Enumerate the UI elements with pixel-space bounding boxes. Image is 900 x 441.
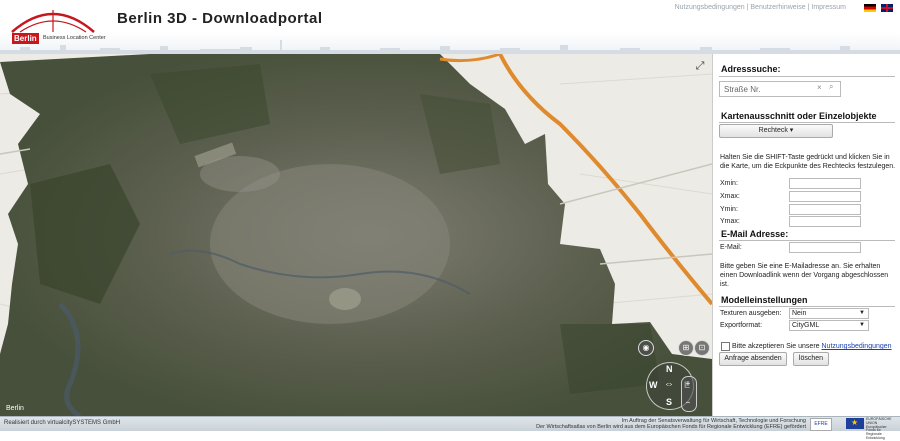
divider bbox=[719, 76, 895, 77]
clear-icon[interactable]: × bbox=[817, 83, 822, 92]
reset-view-icon[interactable]: ⊡ bbox=[694, 340, 710, 356]
xmax-input[interactable] bbox=[789, 191, 861, 202]
email-input[interactable] bbox=[789, 242, 861, 253]
email-hint: Bitte geben Sie eine E-Mailadresse an. S… bbox=[720, 263, 889, 288]
selection-section-title: Kartenausschnitt oder Einzelobjekte bbox=[721, 111, 877, 121]
footer: Realisiert durch virtualcitySYSTEMS GmbH… bbox=[0, 416, 900, 440]
terms-text: Bitte akzeptieren Sie unsere Nutzungsbed… bbox=[732, 343, 892, 350]
navigation-control: ◉ ⊞ ⊡ N S E W ⇔ bbox=[638, 340, 710, 412]
ymin-input[interactable] bbox=[789, 204, 861, 215]
format-select[interactable]: CityGML ▼ bbox=[789, 320, 869, 331]
xmin-input[interactable] bbox=[789, 178, 861, 189]
chevron-down-icon: ▼ bbox=[859, 322, 865, 328]
efre-logo: EFRE bbox=[810, 418, 832, 431]
english-flag-icon[interactable] bbox=[881, 4, 893, 12]
camera-icon[interactable]: ◉ bbox=[638, 340, 654, 356]
tilt-icon[interactable]: ⊞ bbox=[678, 340, 694, 356]
compass-north[interactable]: N bbox=[666, 364, 673, 374]
pan-icon[interactable]: ⇔ bbox=[664, 379, 674, 390]
textures-select[interactable]: Nein ▼ bbox=[789, 308, 869, 319]
zoom-in-button[interactable]: + bbox=[681, 377, 695, 391]
skyline-decoration bbox=[0, 40, 900, 54]
german-flag-icon[interactable] bbox=[864, 4, 876, 12]
terms-link[interactable]: Nutzungsbedingungen bbox=[822, 343, 892, 350]
ymax-input[interactable] bbox=[789, 216, 861, 227]
link-benutzerhinweise[interactable]: Benutzerhinweise bbox=[750, 4, 805, 11]
link-impressum[interactable]: Impressum bbox=[811, 4, 846, 11]
page-title: Berlin 3D - Downloadportal bbox=[117, 10, 323, 27]
expand-map-icon[interactable]: ⤢ bbox=[694, 60, 706, 72]
link-nutzungsbedingungen[interactable]: Nutzungsbedingungen bbox=[675, 4, 745, 11]
header: Berlin Business Location Center Berlin 3… bbox=[0, 0, 900, 54]
divider bbox=[719, 306, 895, 307]
xmin-label: Xmin: bbox=[720, 180, 738, 187]
clear-button[interactable]: löschen bbox=[793, 352, 829, 366]
zoom-out-button[interactable]: − bbox=[681, 396, 695, 410]
compass-west[interactable]: W bbox=[649, 380, 658, 390]
submit-request-button[interactable]: Anfrage absenden bbox=[719, 352, 787, 366]
model-section-title: Modelleinstellungen bbox=[721, 295, 808, 305]
footer-credit[interactable]: Realisiert durch virtualcitySYSTEMS GmbH bbox=[4, 420, 120, 426]
xmax-label: Xmax: bbox=[720, 193, 740, 200]
map-view[interactable]: ⤢ Berlin ◉ ⊞ ⊡ N S E W ⇔ + − bbox=[0, 54, 712, 416]
address-section-title: Adresssuche: bbox=[721, 64, 781, 74]
aerial-map-image bbox=[0, 54, 712, 416]
search-icon[interactable]: ⌕ bbox=[829, 82, 833, 92]
eu-logo-text: EUROPÄISCHE UNION Europäischer Fonds für… bbox=[866, 417, 892, 440]
terms-checkbox[interactable] bbox=[721, 342, 730, 351]
email-label: E-Mail: bbox=[720, 244, 742, 251]
rectangle-mode-button[interactable]: Rechteck ▾ bbox=[719, 124, 833, 138]
format-value: CityGML bbox=[792, 322, 820, 329]
divider bbox=[719, 122, 895, 123]
ymax-label: Ymax: bbox=[720, 218, 740, 225]
eu-flag-icon bbox=[846, 418, 864, 429]
textures-value: Nein bbox=[792, 310, 807, 317]
divider bbox=[719, 240, 895, 241]
footer-funding: Im Auftrag der Senatsverwaltung für Wirt… bbox=[536, 418, 806, 430]
download-panel: Adresssuche: Straße Nr. × ⌕ Kartenaussch… bbox=[712, 54, 900, 416]
email-section-title: E-Mail Adresse: bbox=[721, 229, 789, 239]
chevron-down-icon: ▼ bbox=[859, 310, 865, 316]
ymin-label: Ymin: bbox=[720, 206, 738, 213]
textures-label: Texturen ausgeben: bbox=[720, 310, 782, 317]
zoom-control: + − bbox=[681, 376, 697, 412]
logo-arc-icon bbox=[11, 10, 95, 33]
selection-hint: Halten Sie die SHIFT-Taste gedrückt und … bbox=[720, 154, 896, 170]
address-search-input[interactable]: Straße Nr. bbox=[719, 81, 841, 97]
format-label: Exportformat: bbox=[720, 322, 763, 329]
compass-south[interactable]: S bbox=[666, 397, 672, 407]
top-links: Nutzungsbedingungen | Benutzerhinweise |… bbox=[674, 4, 846, 11]
map-attribution: Berlin bbox=[6, 405, 24, 412]
